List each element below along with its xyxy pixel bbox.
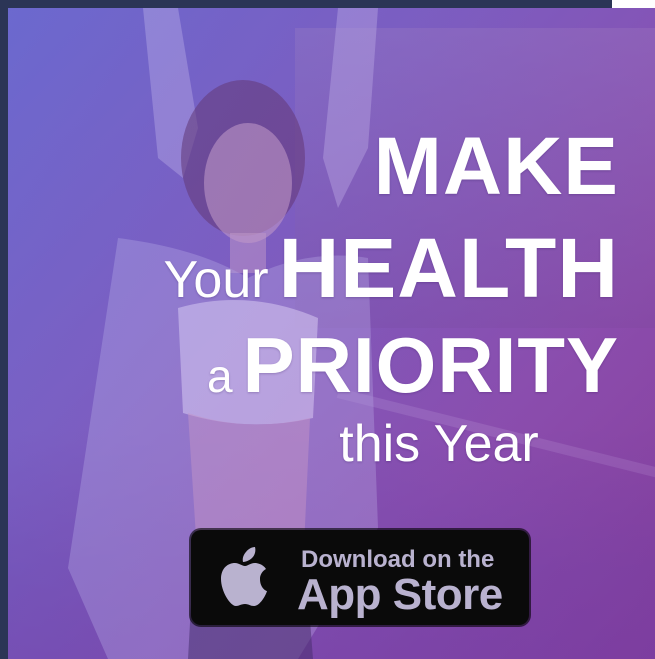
store-button-bottom-text: App Store — [297, 570, 503, 619]
headline-priority: PRIORITY — [242, 321, 619, 409]
health-ad-banner[interactable]: MAKE Your HEALTH a PRIORITY this Year Down… — [8, 8, 655, 659]
headline-make: MAKE — [373, 121, 619, 212]
headline-your: Your — [163, 251, 269, 309]
screenshot-frame: MAKE Your HEALTH a PRIORITY this Year Down… — [0, 0, 655, 659]
apple-icon — [221, 547, 267, 606]
app-store-button[interactable]: Download on the App Store — [191, 530, 529, 625]
headline-this-year: this Year — [339, 415, 539, 473]
headline-a: a — [207, 350, 233, 402]
left-border — [0, 0, 8, 659]
headline: MAKE Your HEALTH a PRIORITY this Year — [99, 126, 619, 473]
headline-health: HEALTH — [278, 221, 619, 315]
